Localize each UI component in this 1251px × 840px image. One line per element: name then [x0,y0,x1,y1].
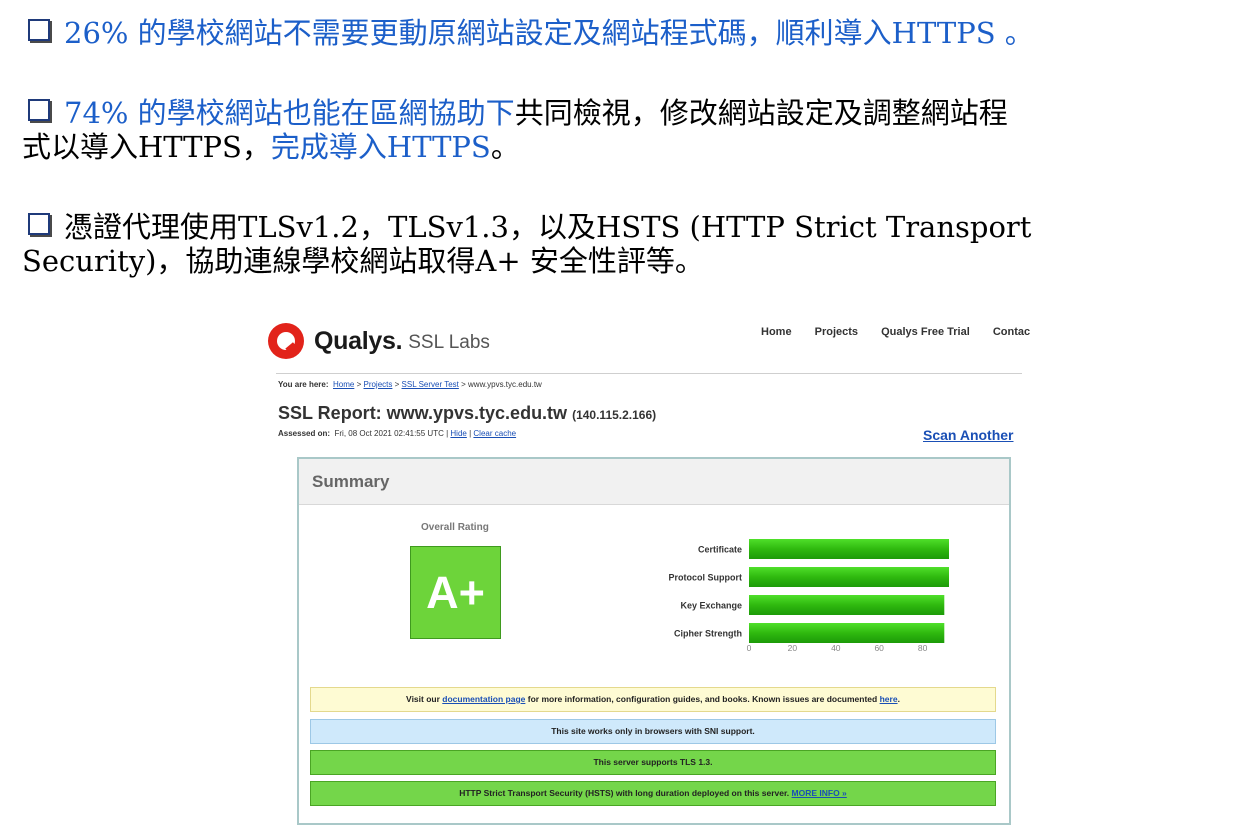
bar-label-2: Key Exchange [680,601,742,611]
clear-cache-link[interactable]: Clear cache [473,429,516,438]
x-tick-2: 40 [831,643,841,653]
bullet-2-line2-black: 式以導入HTTPS， [22,130,271,164]
x-tick-0: 0 [747,643,752,653]
known-issues-link[interactable]: here [880,694,898,704]
header-divider [276,373,1022,374]
report-title-text: SSL Report: www.ypvs.tyc.edu.tw [278,403,568,423]
breadcrumb-projects-link[interactable]: Projects [363,380,392,389]
breadcrumb-sep: > [394,380,400,389]
nav-projects[interactable]: Projects [815,326,858,338]
hsts-banner-text: HTTP Strict Transport Security (HSTS) wi… [459,788,792,798]
breadcrumb-current: > www.ypvs.tyc.edu.tw [461,380,542,389]
bullet-2-line2-end: 。 [490,130,520,164]
bullet-2-line-2: 式以導入HTTPS，完成導入HTTPS。 [22,130,1237,164]
bar-3 [749,623,945,643]
checkbox-bullet-icon [28,213,50,235]
breadcrumb-sep: > [356,380,362,389]
assessed-value: Fri, 08 Oct 2021 02:41:55 UTC | [334,429,449,438]
bullet-3-line-2: Security)，協助連線學校網站取得A+ 安全性評等。 [22,244,704,278]
checkbox-bullet-icon [28,99,50,121]
checkbox-bullet-icon [28,19,50,41]
hide-link[interactable]: Hide [450,429,466,438]
overall-rating-label: Overall Rating [421,522,489,533]
banner1-end: . [897,694,900,704]
nav-free-trial[interactable]: Qualys Free Trial [881,326,970,338]
grade-badge: A+ [410,546,501,639]
bullet-2: 74% 的學校網站也能在區網協助下共同檢視，修改網站設定及調整網站程 式以導入H… [22,96,1237,164]
documentation-page-link[interactable]: documentation page [442,694,525,704]
bullet-3: 憑證代理使用TLSv1.2，TLSv1.3，以及HSTS (HTTP Stric… [22,210,1237,278]
bullet-2-line2-blue: 完成導入HTTPS [270,130,491,164]
bullet-2-blue-text: 74% 的學校網站也能在區網協助下 [64,96,515,130]
logo-text: Qualys. [314,326,403,355]
bar-0 [749,539,949,559]
summary-title: Summary [299,459,1009,505]
top-nav: Home Projects Qualys Free Trial Contac [761,326,1050,338]
documentation-banner: Visit our documentation page for more in… [310,687,996,712]
assessed-sep: | [469,429,472,438]
banner1-text-mid: for more information, configuration guid… [525,694,880,704]
rating-bar-chart: Certificate Protocol Support Key Exchange C… [669,539,949,653]
sni-banner: This site works only in browsers with SN… [310,719,996,744]
bullet-3-line1-text: 憑證代理使用TLSv1.2，TLSv1.3，以及HSTS (HTTP Stric… [64,210,1032,244]
tls13-banner: This server supports TLS 1.3. [310,750,996,775]
assessed-label: Assessed on: [278,429,331,438]
bullet-1: 26% 的學校網站不需要更動原網站設定及網站程式碼，順利導入HTTPS 。 [22,16,1237,50]
x-tick-1: 20 [788,643,798,653]
x-tick-3: 60 [874,643,884,653]
bullet-2-line-1: 74% 的學校網站也能在區網協助下共同檢視，修改網站設定及調整網站程 [22,96,1237,130]
bar-2 [749,595,945,615]
logo-subtitle: SSL Labs [408,332,490,353]
assessed-line: Assessed on: Fri, 08 Oct 2021 02:41:55 U… [278,429,516,438]
qualys-logo[interactable]: Qualys. SSL Labs [268,321,490,361]
bar-label-1: Protocol Support [669,573,743,583]
hsts-banner: HTTP Strict Transport Security (HSTS) wi… [310,781,996,806]
nav-contact[interactable]: Contac [993,326,1030,338]
breadcrumb: You are here: Home > Projects > SSL Serv… [278,380,542,389]
x-tick-4: 80 [918,643,928,653]
scan-another-link[interactable]: Scan Another [923,427,1014,443]
ssl-labs-screenshot: Qualys. SSL Labs Home Projects Qualys Fr… [262,312,1030,830]
banner1-text: Visit our [406,694,443,704]
bar-1 [749,567,949,587]
bullet-1-text: 26% 的學校網站不需要更動原網站設定及網站程式碼，順利導入HTTPS 。 [64,16,1034,50]
more-info-link[interactable]: MORE INFO » [792,788,847,798]
bar-label-3: Cipher Strength [674,629,742,639]
report-ip: (140.115.2.166) [572,408,657,422]
summary-panel: Summary Overall Rating A+ Certificate Pro… [297,457,1011,825]
bar-label-0: Certificate [698,545,742,555]
bullet-3-line-1: 憑證代理使用TLSv1.2，TLSv1.3，以及HSTS (HTTP Stric… [22,210,1237,244]
report-title: SSL Report: www.ypvs.tyc.edu.tw (140.115… [278,403,656,424]
breadcrumb-prefix: You are here: [278,380,329,389]
breadcrumb-home-link[interactable]: Home [333,380,354,389]
qualys-shield-icon [268,323,304,359]
bullet-2-black-text: 共同檢視，修改網站設定及調整網站程 [514,96,1008,130]
breadcrumb-test-link[interactable]: SSL Server Test [402,380,459,389]
nav-home[interactable]: Home [761,326,792,338]
